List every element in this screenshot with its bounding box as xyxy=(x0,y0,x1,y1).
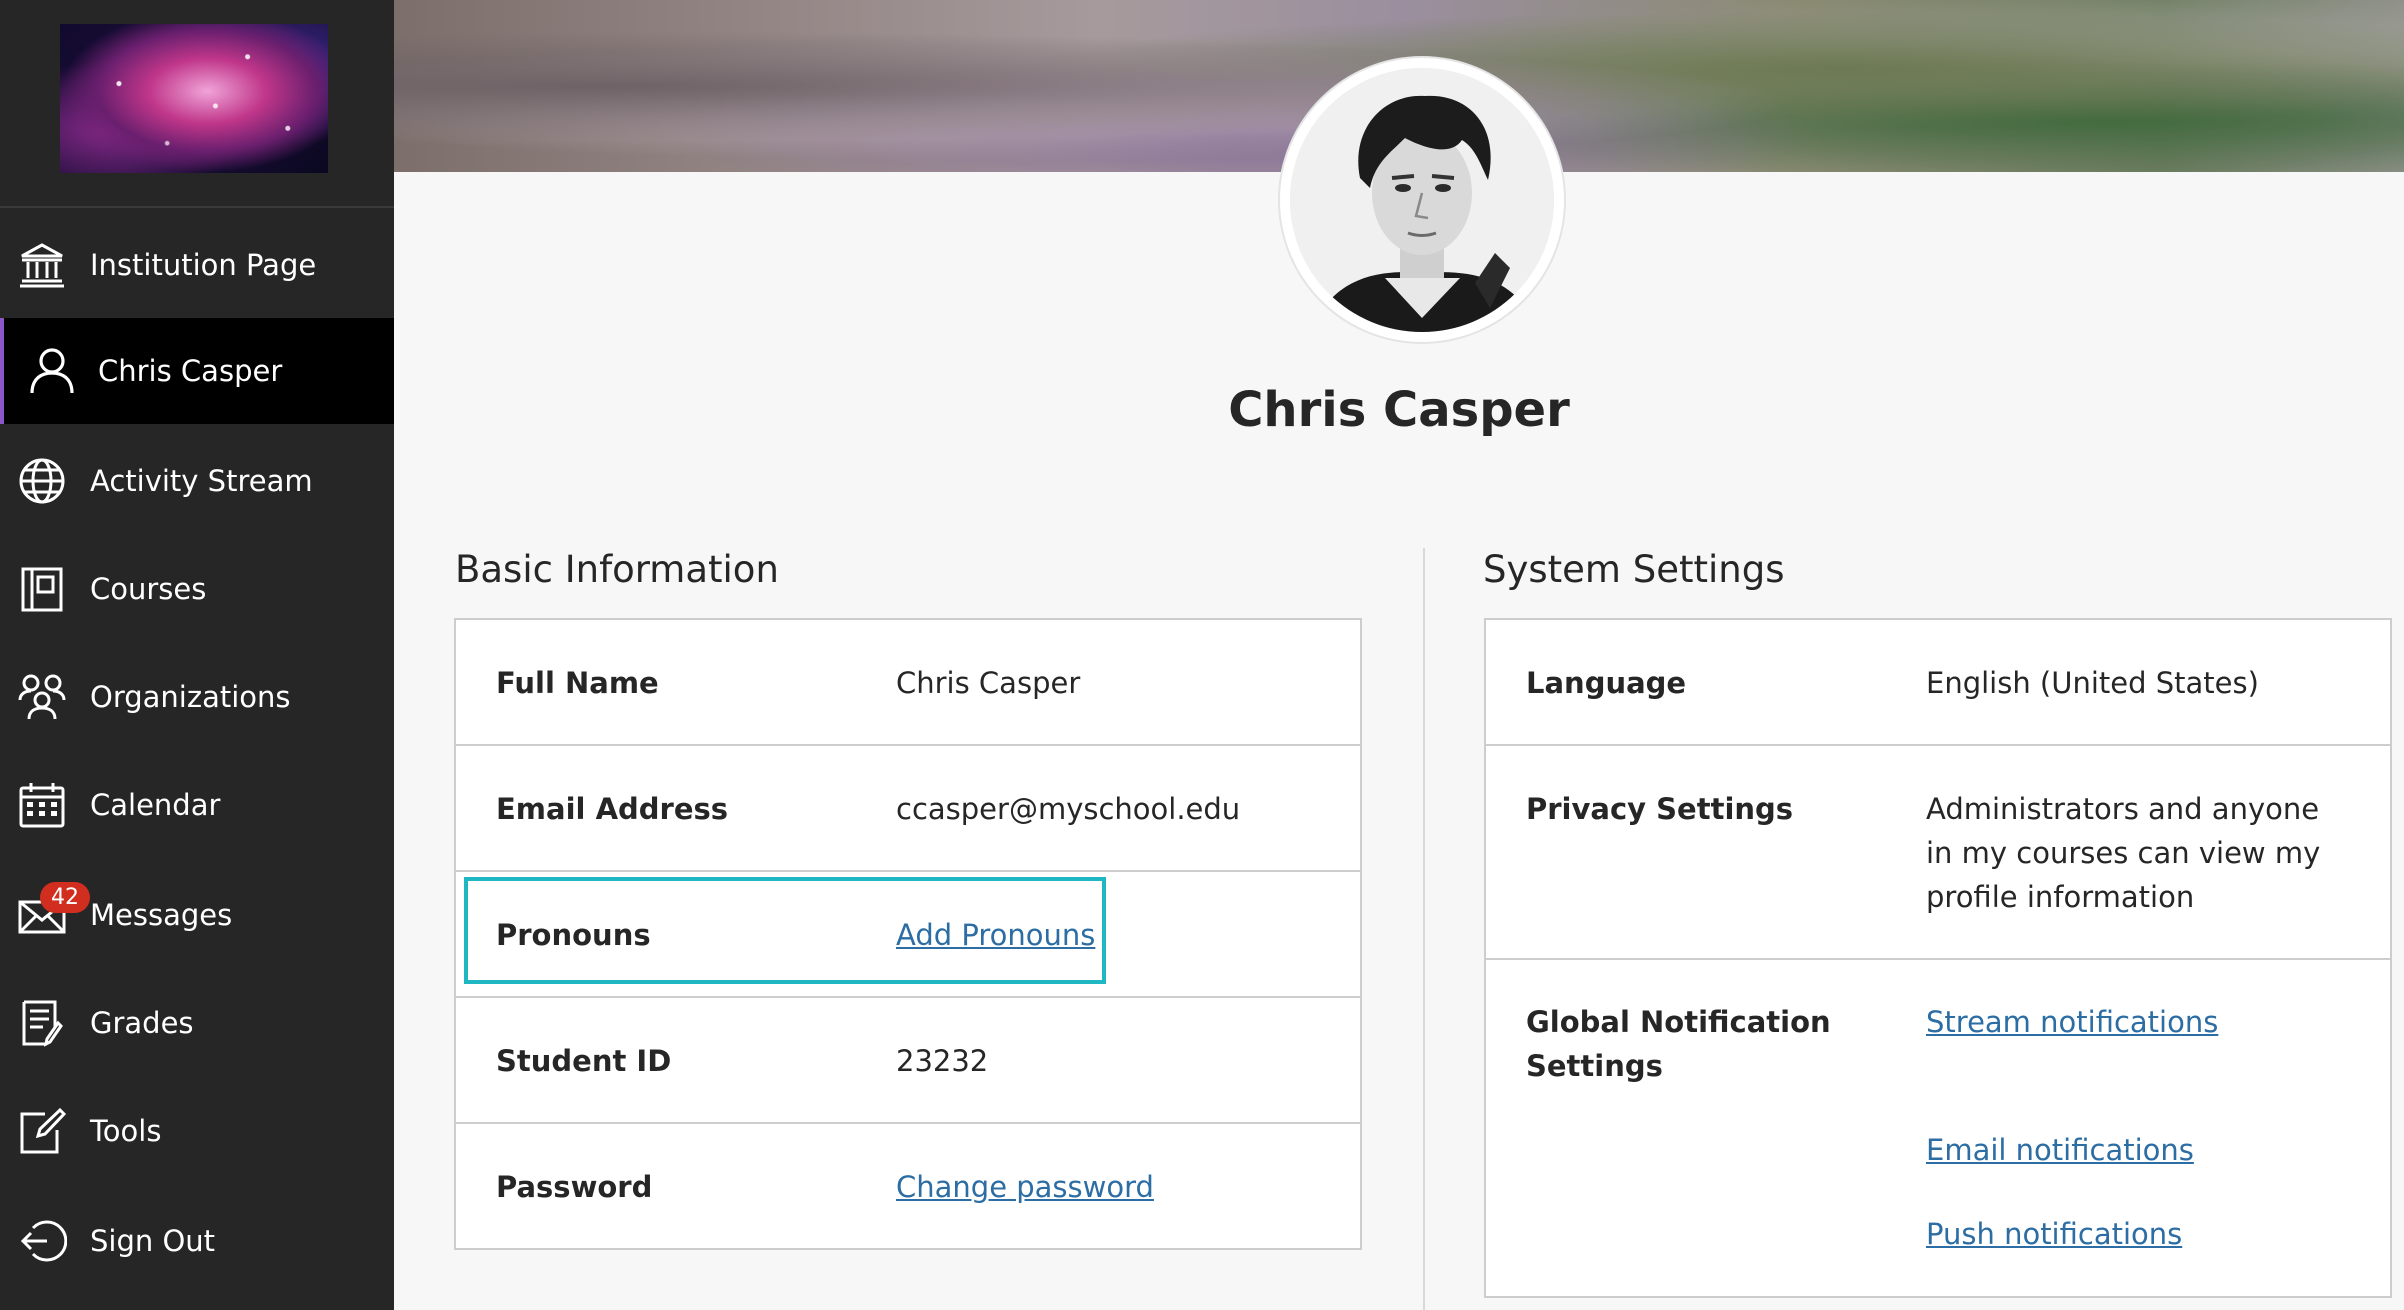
calendar-icon xyxy=(17,780,67,830)
sidebar-item-profile[interactable]: Chris Casper xyxy=(0,318,394,424)
privacy-value-line-3: profile information xyxy=(1926,880,2195,914)
password-row: Password Change password xyxy=(456,1124,1360,1248)
full-name-label: Full Name xyxy=(496,666,659,700)
privacy-settings-row: Privacy Settings Administrators and anyo… xyxy=(1486,746,2390,960)
password-label: Password xyxy=(496,1170,653,1204)
basic-information-card: Full Name Chris Casper Email Address cca… xyxy=(454,618,1362,1250)
institution-icon xyxy=(17,240,67,290)
logo-area xyxy=(0,0,394,208)
global-notification-label-line-1: Global Notification xyxy=(1526,1005,1831,1039)
global-notification-label-line-2: Settings xyxy=(1526,1049,1663,1083)
courses-icon xyxy=(17,564,67,614)
pronouns-row: Pronouns Add Pronouns xyxy=(456,872,1360,998)
sidebar-item-label: Courses xyxy=(90,572,207,606)
email-value: ccasper@myschool.edu xyxy=(896,792,1241,826)
language-row: Language English (United States) xyxy=(1486,620,2390,746)
language-value: English (United States) xyxy=(1926,666,2259,700)
add-pronouns-link[interactable]: Add Pronouns xyxy=(896,913,1095,957)
sidebar-item-label: Chris Casper xyxy=(98,354,283,388)
sidebar-item-label: Organizations xyxy=(90,680,291,714)
avatar-photo xyxy=(1290,68,1554,332)
student-id-label: Student ID xyxy=(496,1044,672,1078)
full-name-value: Chris Casper xyxy=(896,666,1081,700)
push-notifications-link[interactable]: Push notifications xyxy=(1926,1212,2182,1256)
email-notifications-link[interactable]: Email notifications xyxy=(1926,1128,2194,1172)
sidebar-item-sign-out[interactable]: Sign Out xyxy=(0,1188,394,1294)
email-row: Email Address ccasper@myschool.edu xyxy=(456,746,1360,872)
system-settings-card: Language English (United States) Privacy… xyxy=(1484,618,2392,1298)
galaxy-logo[interactable] xyxy=(60,24,328,173)
avatar[interactable] xyxy=(1280,58,1564,342)
sidebar-item-label: Grades xyxy=(90,1006,194,1040)
sidebar-item-label: Calendar xyxy=(90,788,221,822)
change-password-link[interactable]: Change password xyxy=(896,1165,1154,1209)
organizations-icon xyxy=(17,672,67,722)
sidebar-item-organizations[interactable]: Organizations xyxy=(0,644,394,750)
privacy-settings-label: Privacy Settings xyxy=(1526,792,1794,826)
sidebar-item-courses[interactable]: Courses xyxy=(0,536,394,642)
language-label: Language xyxy=(1526,666,1687,700)
student-id-row: Student ID 23232 xyxy=(456,998,1360,1124)
messages-count-badge: 42 xyxy=(40,882,90,913)
pronouns-label: Pronouns xyxy=(496,918,651,952)
grades-icon xyxy=(17,998,67,1048)
globe-icon xyxy=(17,456,67,506)
system-settings-title: System Settings xyxy=(1483,548,1785,591)
full-name-row: Full Name Chris Casper xyxy=(456,620,1360,746)
sidebar-item-institution-page[interactable]: Institution Page xyxy=(0,212,394,318)
email-label: Email Address xyxy=(496,792,729,826)
user-icon xyxy=(27,346,77,396)
sidebar-item-label: Sign Out xyxy=(90,1224,216,1258)
profile-name: Chris Casper xyxy=(1228,382,1570,438)
basic-information-title: Basic Information xyxy=(455,548,779,591)
sidebar-item-label: Activity Stream xyxy=(90,464,313,498)
sidebar-item-label: Messages xyxy=(90,898,233,932)
column-divider xyxy=(1423,548,1425,1310)
sidebar-item-activity-stream[interactable]: Activity Stream xyxy=(0,428,394,534)
sidebar-item-label: Institution Page xyxy=(90,248,317,282)
global-notification-row: Global Notification Settings Stream noti… xyxy=(1486,960,2390,1296)
privacy-value-line-1: Administrators and anyone xyxy=(1926,792,2320,826)
sign-out-icon xyxy=(17,1216,67,1266)
stream-notifications-link[interactable]: Stream notifications xyxy=(1926,1000,2218,1044)
sidebar-item-messages[interactable]: 42 Messages xyxy=(0,862,394,968)
sidebar-item-grades[interactable]: Grades xyxy=(0,970,394,1076)
student-id-value: 23232 xyxy=(896,1044,989,1078)
privacy-value-line-2: in my courses can view my xyxy=(1926,836,2321,870)
sidebar: Institution Page Chris Casper Activity S… xyxy=(0,0,394,1310)
tools-icon xyxy=(17,1106,67,1156)
sidebar-item-tools[interactable]: Tools xyxy=(0,1078,394,1184)
sidebar-item-label: Tools xyxy=(90,1114,162,1148)
sidebar-item-calendar[interactable]: Calendar xyxy=(0,752,394,858)
